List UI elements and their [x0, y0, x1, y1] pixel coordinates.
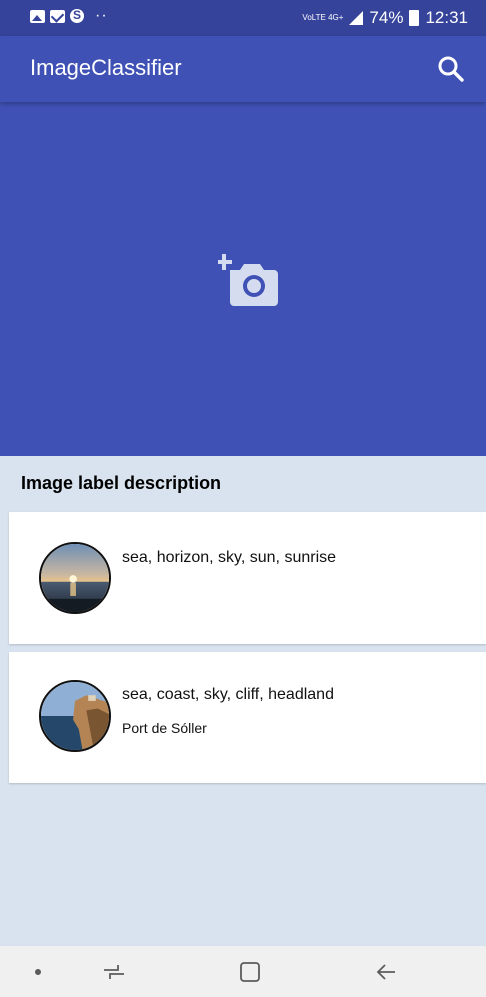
- dot-icon: [35, 968, 41, 975]
- home-button[interactable]: [228, 946, 272, 997]
- screen: ·· VoLTE 4G+ 74% 12:31 ImageClassifier: [0, 0, 486, 997]
- search-icon: [438, 56, 464, 82]
- recent-apps-button[interactable]: [92, 946, 136, 997]
- image-picker-area[interactable]: [0, 102, 486, 456]
- add-photo-icon[interactable]: [218, 248, 282, 312]
- app-bar: ImageClassifier: [0, 36, 486, 102]
- item-location: Port de Sóller: [122, 720, 207, 736]
- nav-dot-indicator: [26, 946, 50, 997]
- item-labels: sea, coast, sky, cliff, headland: [122, 686, 334, 703]
- back-arrow-icon: [376, 963, 395, 980]
- clock: 12:31: [425, 8, 468, 27]
- battery-percent: 74%: [369, 8, 404, 27]
- app-title: ImageClassifier: [30, 55, 182, 80]
- item-labels: sea, horizon, sky, sun, sunrise: [122, 549, 337, 566]
- overflow-dots: ··: [95, 7, 108, 24]
- gallery-icon: [30, 9, 45, 23]
- recent-apps-icon: [104, 964, 124, 979]
- skype-icon: [70, 8, 84, 23]
- thumbnail-sunrise: [39, 542, 111, 614]
- mail-icon: [50, 9, 65, 23]
- list-item[interactable]: sea, horizon, sky, sun, sunrise: [9, 512, 486, 644]
- status-left-icons: ··: [30, 7, 108, 24]
- thumbnail-coast: [39, 680, 111, 752]
- battery-icon: [409, 10, 420, 26]
- status-bar: ·· VoLTE 4G+ 74% 12:31: [0, 0, 486, 36]
- list-item[interactable]: sea, coast, sky, cliff, headland Port de…: [9, 652, 486, 783]
- section-title: Image label description: [21, 473, 222, 493]
- navigation-bar: [0, 946, 486, 997]
- section-header: Image label description: [0, 456, 486, 512]
- search-button[interactable]: [428, 46, 474, 92]
- back-button[interactable]: [364, 946, 408, 997]
- status-right: VoLTE 4G+ 74% 12:31: [302, 8, 468, 28]
- home-icon: [240, 961, 260, 982]
- signal-icon: [349, 11, 364, 25]
- network-indicator: VoLTE 4G+: [302, 13, 344, 22]
